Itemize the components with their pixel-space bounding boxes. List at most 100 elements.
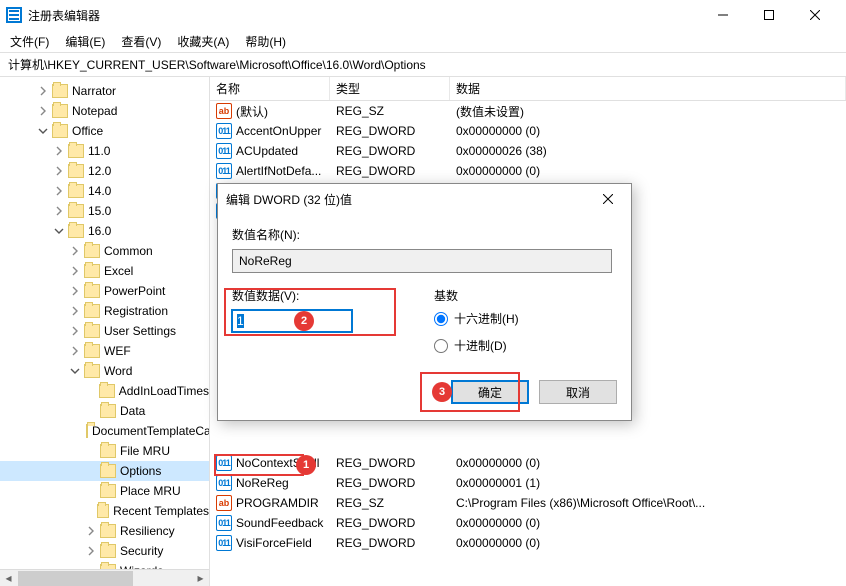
chevron-right-icon[interactable] [52, 144, 66, 158]
tree-node[interactable]: 16.0 [0, 221, 209, 241]
radio-dec[interactable]: 十进制(D) [434, 337, 519, 354]
tree-node[interactable]: Narrator [0, 81, 209, 101]
chevron-right-icon[interactable] [36, 84, 50, 98]
tree-node[interactable]: 15.0 [0, 201, 209, 221]
expander-none [84, 384, 97, 398]
expander-none [84, 404, 98, 418]
chevron-right-icon[interactable] [68, 304, 82, 318]
tree-node[interactable]: File MRU [0, 441, 209, 461]
tree-node[interactable]: PowerPoint [0, 281, 209, 301]
chevron-right-icon[interactable] [52, 164, 66, 178]
chevron-right-icon[interactable] [68, 284, 82, 298]
chevron-right-icon[interactable] [84, 524, 98, 538]
tree-node[interactable]: 14.0 [0, 181, 209, 201]
folder-icon [68, 204, 84, 218]
tree-pane[interactable]: Narrator Notepad Office11.012.014.015.016.… [0, 77, 210, 586]
chevron-right-icon[interactable] [68, 344, 82, 358]
tree-node[interactable]: Common [0, 241, 209, 261]
edit-dword-dialog: 编辑 DWORD (32 位)值 数值名称(N): NoReReg 数值数据(V… [217, 183, 632, 421]
registry-row[interactable]: ab(默认)REG_SZ(数值未设置) [210, 101, 846, 121]
menu-edit[interactable]: 编辑(E) [59, 31, 111, 52]
tree-node[interactable]: Recent Templates [0, 501, 209, 521]
folder-icon [52, 124, 68, 138]
radio-hex[interactable]: 十六进制(H) [434, 310, 519, 327]
tree-node[interactable]: Place MRU [0, 481, 209, 501]
folder-icon [52, 84, 68, 98]
scroll-thumb[interactable] [18, 571, 133, 586]
tree-label: Place MRU [120, 484, 181, 498]
reg-dword-icon: 011 [216, 123, 232, 139]
maximize-button[interactable] [746, 0, 792, 30]
tree-label: Recent Templates [113, 504, 209, 518]
reg-dword-icon: 011 [216, 535, 232, 551]
tree-node[interactable]: Resiliency [0, 521, 209, 541]
col-type[interactable]: 类型 [330, 77, 450, 100]
tree-node[interactable]: Registration [0, 301, 209, 321]
row-data: 0x00000026 (38) [450, 144, 846, 158]
chevron-right-icon[interactable] [68, 244, 82, 258]
scroll-left-icon[interactable]: ◂ [0, 570, 17, 586]
registry-row[interactable]: 011NoContextSpellREG_DWORD0x00000000 (0) [210, 453, 846, 473]
folder-icon [84, 304, 100, 318]
registry-row[interactable]: 011AlertIfNotDefa...REG_DWORD0x00000000 … [210, 161, 846, 181]
chevron-right-icon[interactable] [68, 264, 82, 278]
reg-dword-icon: 011 [216, 143, 232, 159]
radio-hex-input[interactable] [434, 312, 448, 326]
tree-node[interactable]: 12.0 [0, 161, 209, 181]
tree-horizontal-scrollbar[interactable]: ◂ ▸ [0, 569, 209, 586]
folder-icon [52, 104, 68, 118]
menu-favorites[interactable]: 收藏夹(A) [171, 31, 235, 52]
menu-view[interactable]: 查看(V) [115, 31, 167, 52]
menu-help[interactable]: 帮助(H) [239, 31, 292, 52]
dialog-value-name: NoReReg [232, 249, 612, 273]
minimize-button[interactable] [700, 0, 746, 30]
folder-icon [68, 224, 84, 238]
scroll-right-icon[interactable]: ▸ [192, 570, 209, 586]
dialog-value-data-input[interactable] [232, 310, 352, 332]
registry-row[interactable]: 011ACUpdatedREG_DWORD0x00000026 (38) [210, 141, 846, 161]
tree-node[interactable]: DocumentTemplateCache [0, 421, 209, 441]
tree-node[interactable]: WEF [0, 341, 209, 361]
tree-node[interactable]: Notepad [0, 101, 209, 121]
folder-icon [100, 444, 116, 458]
tree-label: AddInLoadTimes [119, 384, 209, 398]
tree-node[interactable]: Word [0, 361, 209, 381]
address-bar[interactable]: 计算机\HKEY_CURRENT_USER\Software\Microsoft… [0, 53, 846, 77]
registry-row[interactable]: 011NoReRegREG_DWORD0x00000001 (1) [210, 473, 846, 493]
tree-node[interactable]: 11.0 [0, 141, 209, 161]
chevron-right-icon[interactable] [68, 324, 82, 338]
tree-node[interactable]: Data [0, 401, 209, 421]
tree-node[interactable]: Excel [0, 261, 209, 281]
expander-none [84, 504, 95, 518]
ok-button[interactable]: 确定 [451, 380, 529, 404]
tree-node[interactable]: Security [0, 541, 209, 561]
chevron-down-icon[interactable] [36, 124, 50, 138]
tree-node[interactable]: Office [0, 121, 209, 141]
chevron-down-icon[interactable] [52, 224, 66, 238]
radio-dec-input[interactable] [434, 339, 448, 353]
tree-node[interactable]: Options [0, 461, 209, 481]
registry-row[interactable]: abPROGRAMDIRREG_SZC:\Program Files (x86)… [210, 493, 846, 513]
cancel-button[interactable]: 取消 [539, 380, 617, 404]
folder-icon [68, 184, 84, 198]
chevron-right-icon[interactable] [52, 204, 66, 218]
folder-icon [100, 464, 116, 478]
registry-row[interactable]: 011VisiForceFieldREG_DWORD0x00000000 (0) [210, 533, 846, 553]
registry-row[interactable]: 011AccentOnUpperREG_DWORD0x00000000 (0) [210, 121, 846, 141]
row-data: 0x00000001 (1) [450, 476, 846, 490]
title-bar: 注册表编辑器 [0, 0, 846, 30]
chevron-right-icon[interactable] [52, 184, 66, 198]
tree-label: Notepad [72, 104, 117, 118]
tree-node[interactable]: AddInLoadTimes [0, 381, 209, 401]
dialog-close-button[interactable] [593, 184, 623, 214]
menu-file[interactable]: 文件(F) [4, 31, 55, 52]
col-data[interactable]: 数据 [450, 77, 846, 100]
tree-label: Options [120, 464, 161, 478]
close-button[interactable] [792, 0, 838, 30]
chevron-right-icon[interactable] [36, 104, 50, 118]
chevron-right-icon[interactable] [84, 544, 98, 558]
tree-node[interactable]: User Settings [0, 321, 209, 341]
registry-row[interactable]: 011SoundFeedbackREG_DWORD0x00000000 (0) [210, 513, 846, 533]
chevron-down-icon[interactable] [68, 364, 82, 378]
col-name[interactable]: 名称 [210, 77, 330, 100]
